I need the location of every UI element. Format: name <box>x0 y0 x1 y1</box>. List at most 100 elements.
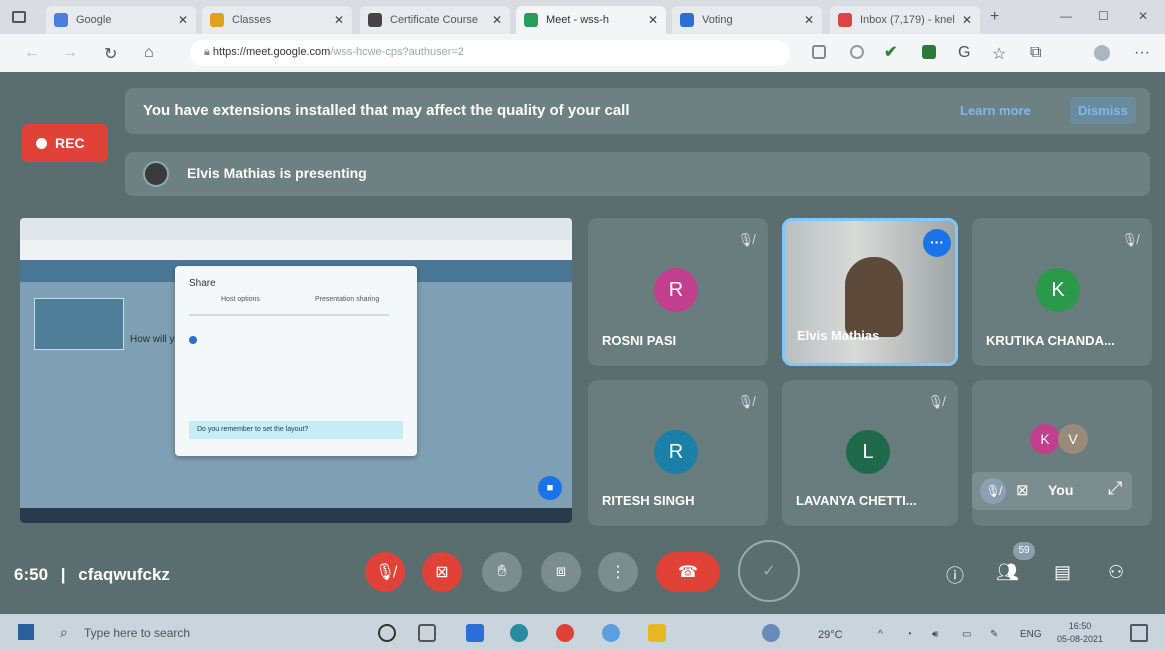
file-explorer-icon[interactable] <box>648 624 666 642</box>
taskbar-search[interactable]: ⌕ Type here to search <box>52 620 352 646</box>
browser-tab[interactable]: Inbox (7,179) - knel ✕ <box>830 6 980 34</box>
weather-temp[interactable]: 29°C <box>818 629 843 641</box>
participant-tile[interactable]: 🎙︎̸ R ROSNI PASI <box>588 218 768 366</box>
new-tab-icon[interactable]: + <box>990 8 999 26</box>
banner-text: You have extensions installed that may a… <box>143 102 630 119</box>
share-dialog: Share Host options Presentation sharing … <box>175 266 417 456</box>
participant-tile[interactable]: 🎙︎̸ R RITESH SINGH <box>588 380 768 526</box>
more-options-button[interactable]: ⋮ <box>598 552 638 592</box>
cortana-icon[interactable] <box>378 624 396 642</box>
participant-name: RITESH SINGH <box>602 493 695 508</box>
close-tab-icon[interactable]: ✕ <box>334 13 344 27</box>
clock-date: 05-08-2021 <box>1056 634 1104 644</box>
volume-icon[interactable]: 🔊︎ <box>932 629 938 640</box>
close-tab-icon[interactable]: ✕ <box>804 13 814 27</box>
self-tile[interactable]: K V 🎙︎̸ ⊠ You ⤢ <box>972 380 1152 526</box>
close-tab-icon[interactable]: ✕ <box>178 13 188 27</box>
chrome-icon[interactable] <box>602 624 620 642</box>
reload-icon[interactable]: ↻ <box>104 44 117 64</box>
notifications-icon[interactable] <box>1130 624 1148 642</box>
sheets-extension-icon[interactable] <box>922 45 936 59</box>
browser-tab[interactable]: Meet - wss-h ✕ <box>516 6 666 34</box>
browser-tab[interactable]: Voting ✕ <box>672 6 822 34</box>
weather-icon <box>762 624 780 642</box>
maximize-icon[interactable]: ☐ <box>1098 9 1109 23</box>
tab-label: Certificate Course <box>390 14 479 26</box>
participant-person <box>845 257 903 337</box>
collections-icon[interactable]: ⧉ <box>1030 44 1041 62</box>
chat-icon[interactable]: ▤ <box>1054 562 1071 583</box>
check-extension-icon[interactable]: ✔ <box>884 42 897 62</box>
profile-avatar[interactable] <box>1094 45 1110 61</box>
share-dialog-tab-presentation: Presentation sharing <box>315 296 380 303</box>
participant-count-badge: 59 <box>1013 542 1035 560</box>
url-field[interactable]: 🔒︎ https://meet.google.com/wss-hcwe-cps?… <box>190 40 790 66</box>
tray-up-icon[interactable]: ^ <box>878 629 883 640</box>
activities-icon[interactable]: ⚇ <box>1108 562 1124 583</box>
close-tab-icon[interactable]: ✕ <box>648 13 658 27</box>
taskbar-clock[interactable]: 16:50 05-08-2021 <box>1052 620 1108 646</box>
close-tab-icon[interactable]: ✕ <box>962 13 972 27</box>
check-icon: ✓ <box>762 563 776 580</box>
minimize-icon[interactable]: — <box>1060 9 1072 23</box>
extension-icon[interactable] <box>850 45 864 59</box>
extension-action-button[interactable]: ✓ <box>738 540 800 602</box>
home-icon[interactable]: ⌂ <box>144 44 154 62</box>
task-view-icon[interactable] <box>418 624 436 642</box>
dismiss-button[interactable]: Dismiss <box>1070 97 1136 124</box>
pen-icon[interactable]: ✎ <box>990 629 998 640</box>
learn-more-link[interactable]: Learn more <box>960 103 1031 118</box>
grammar-extension-icon[interactable]: G <box>958 44 970 62</box>
close-window-icon[interactable]: ✕ <box>1138 9 1148 23</box>
camera-off-button[interactable]: ⊠ <box>422 552 462 592</box>
self-cam-off-icon[interactable]: ⊠ <box>1016 481 1029 499</box>
hang-up-icon: ☎︎ <box>678 564 698 581</box>
browser-tab[interactable]: Classes ✕ <box>202 6 352 34</box>
participant-tile[interactable]: 🎙︎̸ K KRUTIKA CHANDA... <box>972 218 1152 366</box>
raise-hand-icon: ✋︎ <box>497 563 507 580</box>
forward-icon[interactable]: → <box>62 44 78 62</box>
reading-view-icon[interactable] <box>812 45 826 59</box>
meeting-code: cfaqwufckz <box>78 565 170 584</box>
search-icon: ⌕ <box>60 624 68 640</box>
share-dialog-tab-host: Host options <box>221 296 260 303</box>
back-icon[interactable]: ← <box>24 44 40 62</box>
search-placeholder: Type here to search <box>84 626 191 640</box>
edge-icon[interactable] <box>510 624 528 642</box>
participant-tile[interactable]: 🎙︎̸ L LAVANYA CHETTI... <box>782 380 958 526</box>
raise-hand-button[interactable]: ✋︎ <box>482 552 522 592</box>
classroom-icon <box>368 13 382 27</box>
people-icon[interactable]: 👥︎ <box>996 562 1019 583</box>
favorites-icon[interactable]: ☆ <box>992 44 1006 64</box>
shared-slide-thumbnail <box>34 298 124 350</box>
chart-icon <box>680 13 694 27</box>
present-button[interactable]: ⧈ <box>541 552 581 592</box>
participant-avatar: R <box>654 268 698 312</box>
participant-avatar: L <box>846 430 890 474</box>
tab-label: Voting <box>702 14 733 26</box>
mic-off-button[interactable]: 🎙︎̸ <box>365 552 405 592</box>
battery-icon[interactable]: ▭ <box>962 629 971 640</box>
more-options-icon[interactable]: ··· <box>923 229 951 257</box>
expand-icon[interactable]: ⤢ <box>1108 478 1122 499</box>
more-menu-icon[interactable]: ··· <box>1134 44 1150 62</box>
participant-tile-active[interactable]: ··· Elvis Mathias <box>782 218 958 366</box>
tab-actions-icon[interactable] <box>12 11 26 23</box>
shared-screen[interactable]: How will y... orientation... Share Host … <box>20 218 572 523</box>
store-icon[interactable] <box>466 624 484 642</box>
language-indicator[interactable]: ENG <box>1020 629 1042 640</box>
powerpoint-icon[interactable] <box>556 624 574 642</box>
muted-mic-icon: 🎙︎̸ <box>1121 232 1138 247</box>
close-tab-icon[interactable]: ✕ <box>492 13 502 27</box>
meeting-details-icon[interactable]: ⓘ <box>946 562 964 588</box>
browser-tab[interactable]: Google ✕ <box>46 6 196 34</box>
network-icon[interactable]: ◔ <box>906 629 912 640</box>
leave-call-button[interactable]: ☎︎ <box>656 552 720 592</box>
meeting-time: 6:50 <box>14 565 49 584</box>
recording-dot-icon <box>36 137 47 149</box>
participant-name: KRUTIKA CHANDA... <box>986 333 1115 348</box>
windows-start-icon[interactable] <box>18 624 34 640</box>
self-mic-off-icon[interactable]: 🎙︎̸ <box>980 478 1006 504</box>
dialog-divider <box>189 314 389 316</box>
browser-tab[interactable]: Certificate Course ✕ <box>360 6 510 34</box>
